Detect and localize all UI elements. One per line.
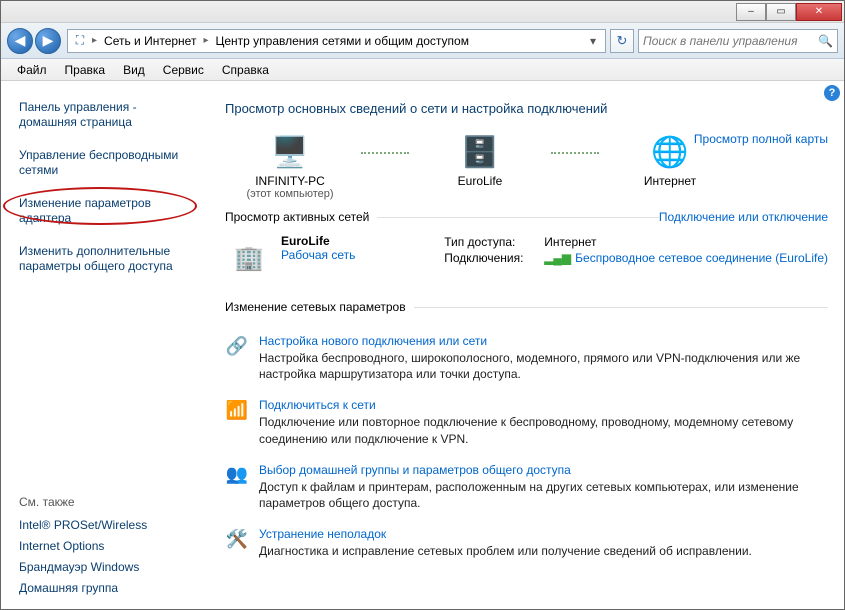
- sidebar-see-also-item[interactable]: Домашняя группа: [19, 578, 195, 599]
- homegroup-icon: 👥: [225, 463, 249, 487]
- nav-buttons: ◀ ▶: [7, 28, 63, 54]
- overview-this-pc: 🖥️ INFINITY-PC (этот компьютер): [225, 132, 355, 200]
- help-icon[interactable]: ?: [824, 85, 840, 101]
- menu-file[interactable]: Файл: [9, 61, 55, 79]
- menu-tools[interactable]: Сервис: [155, 61, 212, 79]
- task-title-link[interactable]: Настройка нового подключения или сети: [259, 334, 828, 348]
- window-controls: – ▭ ✕: [736, 3, 842, 21]
- globe-icon: 🌐: [650, 132, 690, 172]
- task-desc: Доступ к файлам и принтерам, расположенн…: [259, 479, 828, 511]
- minimize-button[interactable]: –: [736, 3, 766, 21]
- search-icon[interactable]: 🔍: [818, 34, 833, 48]
- forward-button[interactable]: ▶: [35, 28, 61, 54]
- task-title-link[interactable]: Выбор домашней группы и параметров общег…: [259, 463, 828, 477]
- sidebar: Панель управления - домашняя страница Уп…: [1, 81, 205, 609]
- overview-pc-name: INFINITY-PC: [255, 174, 325, 188]
- active-network-name: EuroLife: [281, 234, 355, 248]
- search-box[interactable]: 🔍: [638, 29, 838, 53]
- task-item: 🔗 Настройка нового подключения или сети …: [225, 326, 828, 390]
- address-bar[interactable]: ⛶ ▸ Сеть и Интернет ▸ Центр управления с…: [67, 29, 606, 53]
- prop-key: Тип доступа:: [444, 235, 544, 249]
- menu-edit[interactable]: Правка: [57, 61, 114, 79]
- menu-help[interactable]: Справка: [214, 61, 277, 79]
- overview-internet-name: Интернет: [644, 174, 696, 188]
- see-also-heading: См. также: [19, 495, 195, 509]
- sidebar-link-wireless[interactable]: Управление беспроводными сетями: [19, 145, 195, 181]
- active-network-type[interactable]: Рабочая сеть: [281, 248, 355, 262]
- task-item: 📶 Подключиться к сети Подключение или по…: [225, 390, 828, 454]
- task-title-link[interactable]: Устранение неполадок: [259, 527, 752, 541]
- overview-pc-sub: (этот компьютер): [246, 188, 333, 200]
- signal-icon: ▂▄▆: [544, 251, 571, 265]
- net-params-label: Изменение сетевых параметров: [225, 300, 406, 314]
- connection-line-icon: [545, 146, 605, 186]
- task-desc: Подключение или повторное подключение к …: [259, 414, 828, 446]
- connection-line-icon: [355, 146, 415, 186]
- content: Панель управления - домашняя страница Уп…: [1, 81, 844, 609]
- troubleshoot-icon: 🛠️: [225, 527, 249, 551]
- sidebar-link-home[interactable]: Панель управления - домашняя страница: [19, 97, 195, 133]
- task-desc: Настройка беспроводного, широкополосного…: [259, 350, 828, 382]
- chevron-right-icon: ▸: [201, 35, 210, 46]
- task-item: 👥 Выбор домашней группы и параметров общ…: [225, 455, 828, 519]
- sidebar-see-also-item[interactable]: Internet Options: [19, 536, 195, 557]
- connection-link[interactable]: Беспроводное сетевое соединение (EuroLif…: [575, 251, 828, 265]
- sidebar-link-adapter-settings[interactable]: Изменение параметров адаптера: [19, 193, 195, 229]
- tasks-list: 🔗 Настройка нового подключения или сети …: [225, 326, 828, 567]
- task-title-link[interactable]: Подключиться к сети: [259, 398, 828, 412]
- network-building-icon: 🏢: [225, 234, 273, 282]
- sidebar-see-also-item[interactable]: Intel® PROSet/Wireless: [19, 515, 195, 536]
- prop-key: Подключения:: [444, 251, 544, 265]
- overview-network: 🗄️ EuroLife: [415, 132, 545, 188]
- computer-icon: 🖥️: [270, 132, 310, 172]
- address-dropdown[interactable]: ▾: [585, 34, 601, 48]
- full-map-link[interactable]: Просмотр полной карты: [694, 132, 828, 146]
- sidebar-link-sharing[interactable]: Изменить дополнительные параметры общего…: [19, 241, 195, 277]
- task-item: 🛠️ Устранение неполадок Диагностика и ис…: [225, 519, 828, 567]
- menu-view[interactable]: Вид: [115, 61, 153, 79]
- task-desc: Диагностика и исправление сетевых пробле…: [259, 543, 752, 559]
- close-button[interactable]: ✕: [796, 3, 842, 21]
- network-overview: 🖥️ INFINITY-PC (этот компьютер) 🗄️ EuroL…: [225, 132, 828, 200]
- new-connection-icon: 🔗: [225, 334, 249, 358]
- active-network-block: 🏢 EuroLife Рабочая сеть Тип доступа: Инт…: [225, 234, 828, 282]
- breadcrumb-segment[interactable]: Сеть и Интернет: [101, 33, 199, 49]
- search-input[interactable]: [643, 34, 811, 48]
- main-pane: ? Просмотр основных сведений о сети и на…: [205, 81, 844, 609]
- menubar: Файл Правка Вид Сервис Справка: [1, 59, 844, 81]
- breadcrumb-segment[interactable]: Центр управления сетями и общим доступом: [212, 33, 472, 49]
- back-button[interactable]: ◀: [7, 28, 33, 54]
- server-icon: 🗄️: [460, 132, 500, 172]
- page-title: Просмотр основных сведений о сети и наст…: [225, 101, 828, 116]
- sidebar-see-also-item[interactable]: Брандмауэр Windows: [19, 557, 195, 578]
- connect-network-icon: 📶: [225, 398, 249, 422]
- window: – ▭ ✕ ◀ ▶ ⛶ ▸ Сеть и Интернет ▸ Центр уп…: [0, 0, 845, 610]
- active-network-props: Тип доступа: Интернет Подключения: ▂▄▆ Бе…: [444, 234, 828, 282]
- prop-value: Интернет: [544, 235, 596, 249]
- active-networks-label: Просмотр активных сетей: [225, 210, 369, 224]
- control-panel-icon: ⛶: [72, 33, 88, 49]
- overview-network-name: EuroLife: [458, 174, 503, 188]
- net-params-heading: Изменение сетевых параметров: [225, 300, 828, 314]
- chevron-right-icon: ▸: [90, 35, 99, 46]
- active-networks-heading: Просмотр активных сетей Подключение или …: [225, 210, 828, 224]
- navbar: ◀ ▶ ⛶ ▸ Сеть и Интернет ▸ Центр управлен…: [1, 23, 844, 59]
- refresh-button[interactable]: ↻: [610, 29, 634, 53]
- titlebar: – ▭ ✕: [1, 1, 844, 23]
- maximize-button[interactable]: ▭: [766, 3, 796, 21]
- connect-disconnect-link[interactable]: Подключение или отключение: [659, 210, 828, 224]
